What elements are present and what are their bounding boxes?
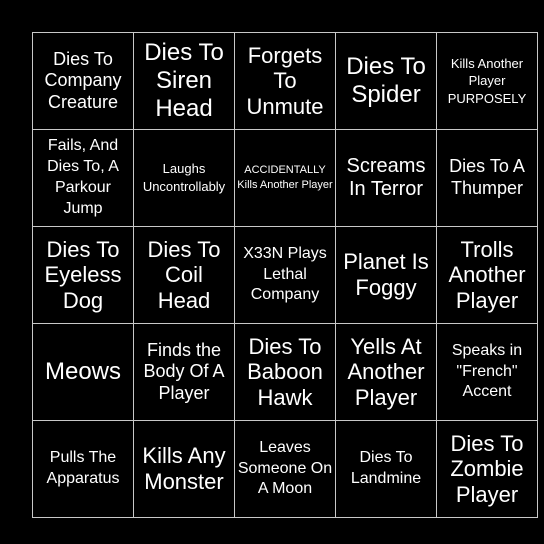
bingo-cell[interactable]: Fails, And Dies To, A Parkour Jump — [32, 129, 134, 227]
bingo-row: Meows Finds the Body Of A Player Dies To… — [32, 323, 538, 421]
bingo-cell[interactable]: Dies To Siren Head — [133, 32, 235, 130]
bingo-cell[interactable]: Kills Any Monster — [133, 420, 235, 518]
bingo-row: Pulls The Apparatus Kills Any Monster Le… — [32, 420, 538, 518]
bingo-cell[interactable]: Dies To Company Creature — [32, 32, 134, 130]
bingo-cell[interactable]: Planet Is Foggy — [335, 226, 437, 324]
bingo-cell[interactable]: Dies To Coil Head — [133, 226, 235, 324]
bingo-cell[interactable]: Dies To Zombie Player — [436, 420, 538, 518]
bingo-cell[interactable]: Dies To Spider — [335, 32, 437, 130]
bingo-board: Dies To Company Creature Dies To Siren H… — [32, 32, 538, 518]
bingo-cell[interactable]: Leaves Someone On A Moon — [234, 420, 336, 518]
bingo-row: Dies To Eyeless Dog Dies To Coil Head X3… — [32, 226, 538, 324]
bingo-cell[interactable]: Yells At Another Player — [335, 323, 437, 421]
bingo-cell[interactable]: Speaks in "French" Accent — [436, 323, 538, 421]
bingo-cell[interactable]: Finds the Body Of A Player — [133, 323, 235, 421]
bingo-cell[interactable]: ACCIDENTALLY Kills Another Player — [234, 129, 336, 227]
bingo-cell[interactable]: X33N Plays Lethal Company — [234, 226, 336, 324]
bingo-cell[interactable]: Kills Another Player PURPOSELY — [436, 32, 538, 130]
bingo-cell[interactable]: Forgets To Unmute — [234, 32, 336, 130]
bingo-row: Dies To Company Creature Dies To Siren H… — [32, 32, 538, 130]
bingo-cell[interactable]: Dies To Landmine — [335, 420, 437, 518]
bingo-cell[interactable]: Dies To Eyeless Dog — [32, 226, 134, 324]
bingo-cell[interactable]: Trolls Another Player — [436, 226, 538, 324]
bingo-cell[interactable]: Dies To Baboon Hawk — [234, 323, 336, 421]
bingo-cell[interactable]: Meows — [32, 323, 134, 421]
bingo-cell[interactable]: Laughs Uncontrollably — [133, 129, 235, 227]
bingo-cell[interactable]: Pulls The Apparatus — [32, 420, 134, 518]
bingo-cell[interactable]: Screams In Terror — [335, 129, 437, 227]
bingo-row: Fails, And Dies To, A Parkour Jump Laugh… — [32, 129, 538, 227]
bingo-cell[interactable]: Dies To A Thumper — [436, 129, 538, 227]
